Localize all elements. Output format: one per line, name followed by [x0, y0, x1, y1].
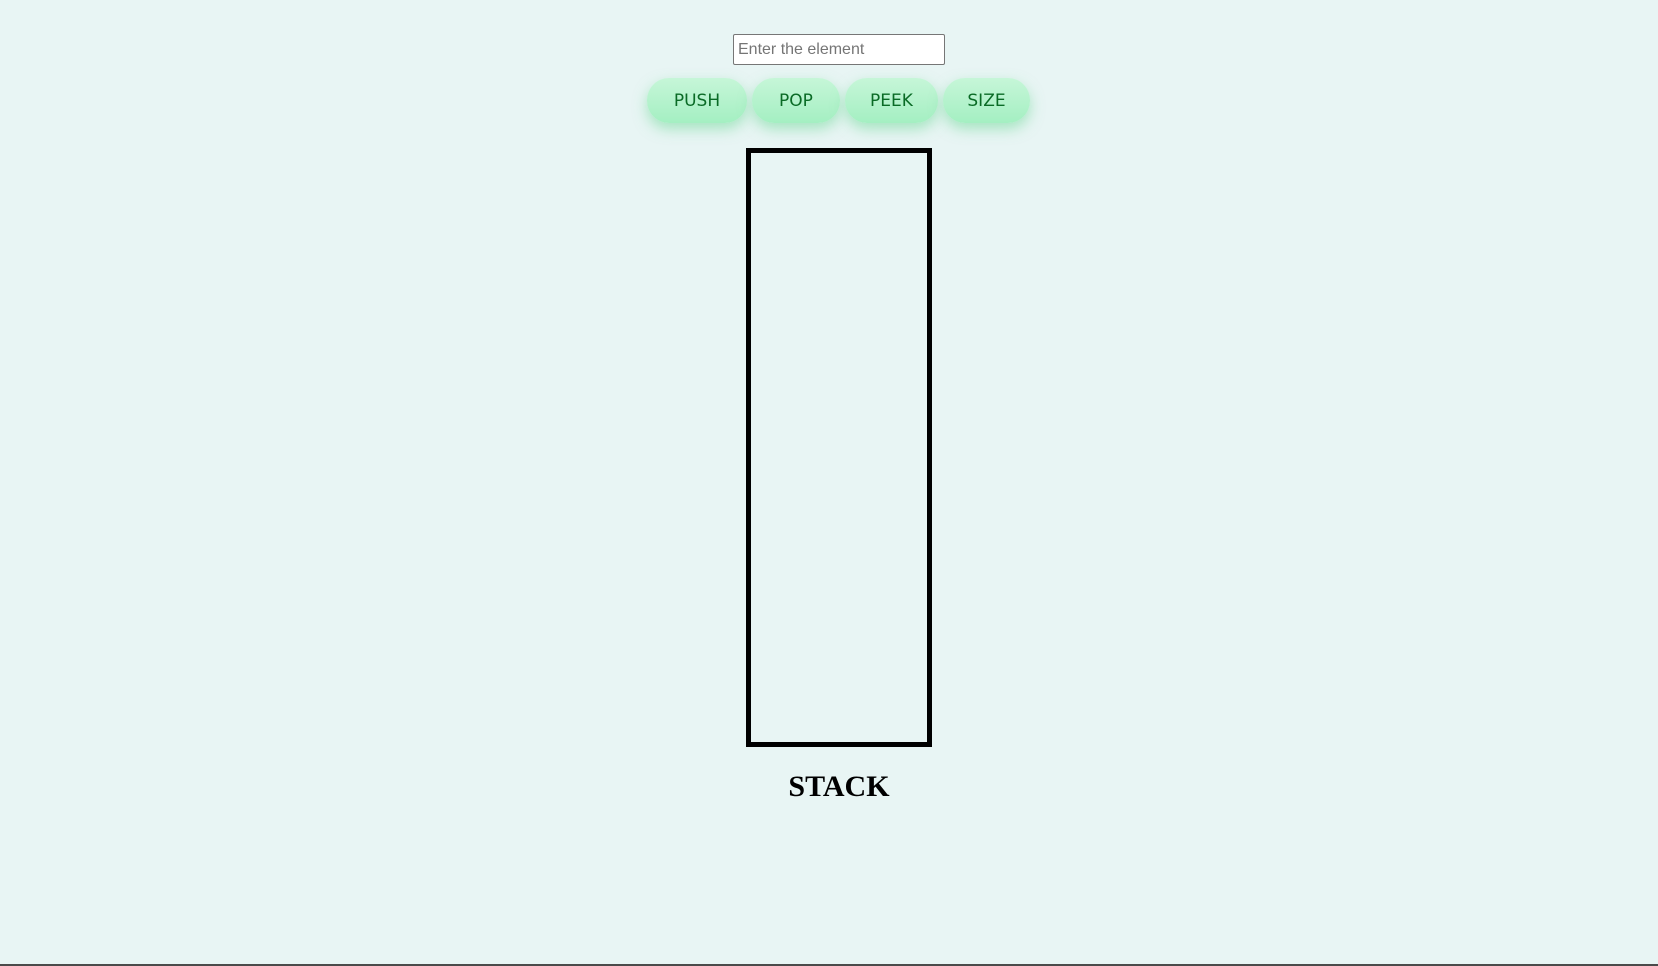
size-button[interactable]: SIZE: [943, 78, 1030, 123]
pop-button[interactable]: POP: [752, 78, 840, 123]
stack-label: STACK: [788, 770, 890, 803]
push-button[interactable]: PUSH: [647, 78, 747, 123]
stack-container: [746, 148, 932, 747]
peek-button[interactable]: PEEK: [845, 78, 938, 123]
element-input[interactable]: [733, 34, 945, 65]
element-input-wrapper: [733, 34, 945, 65]
